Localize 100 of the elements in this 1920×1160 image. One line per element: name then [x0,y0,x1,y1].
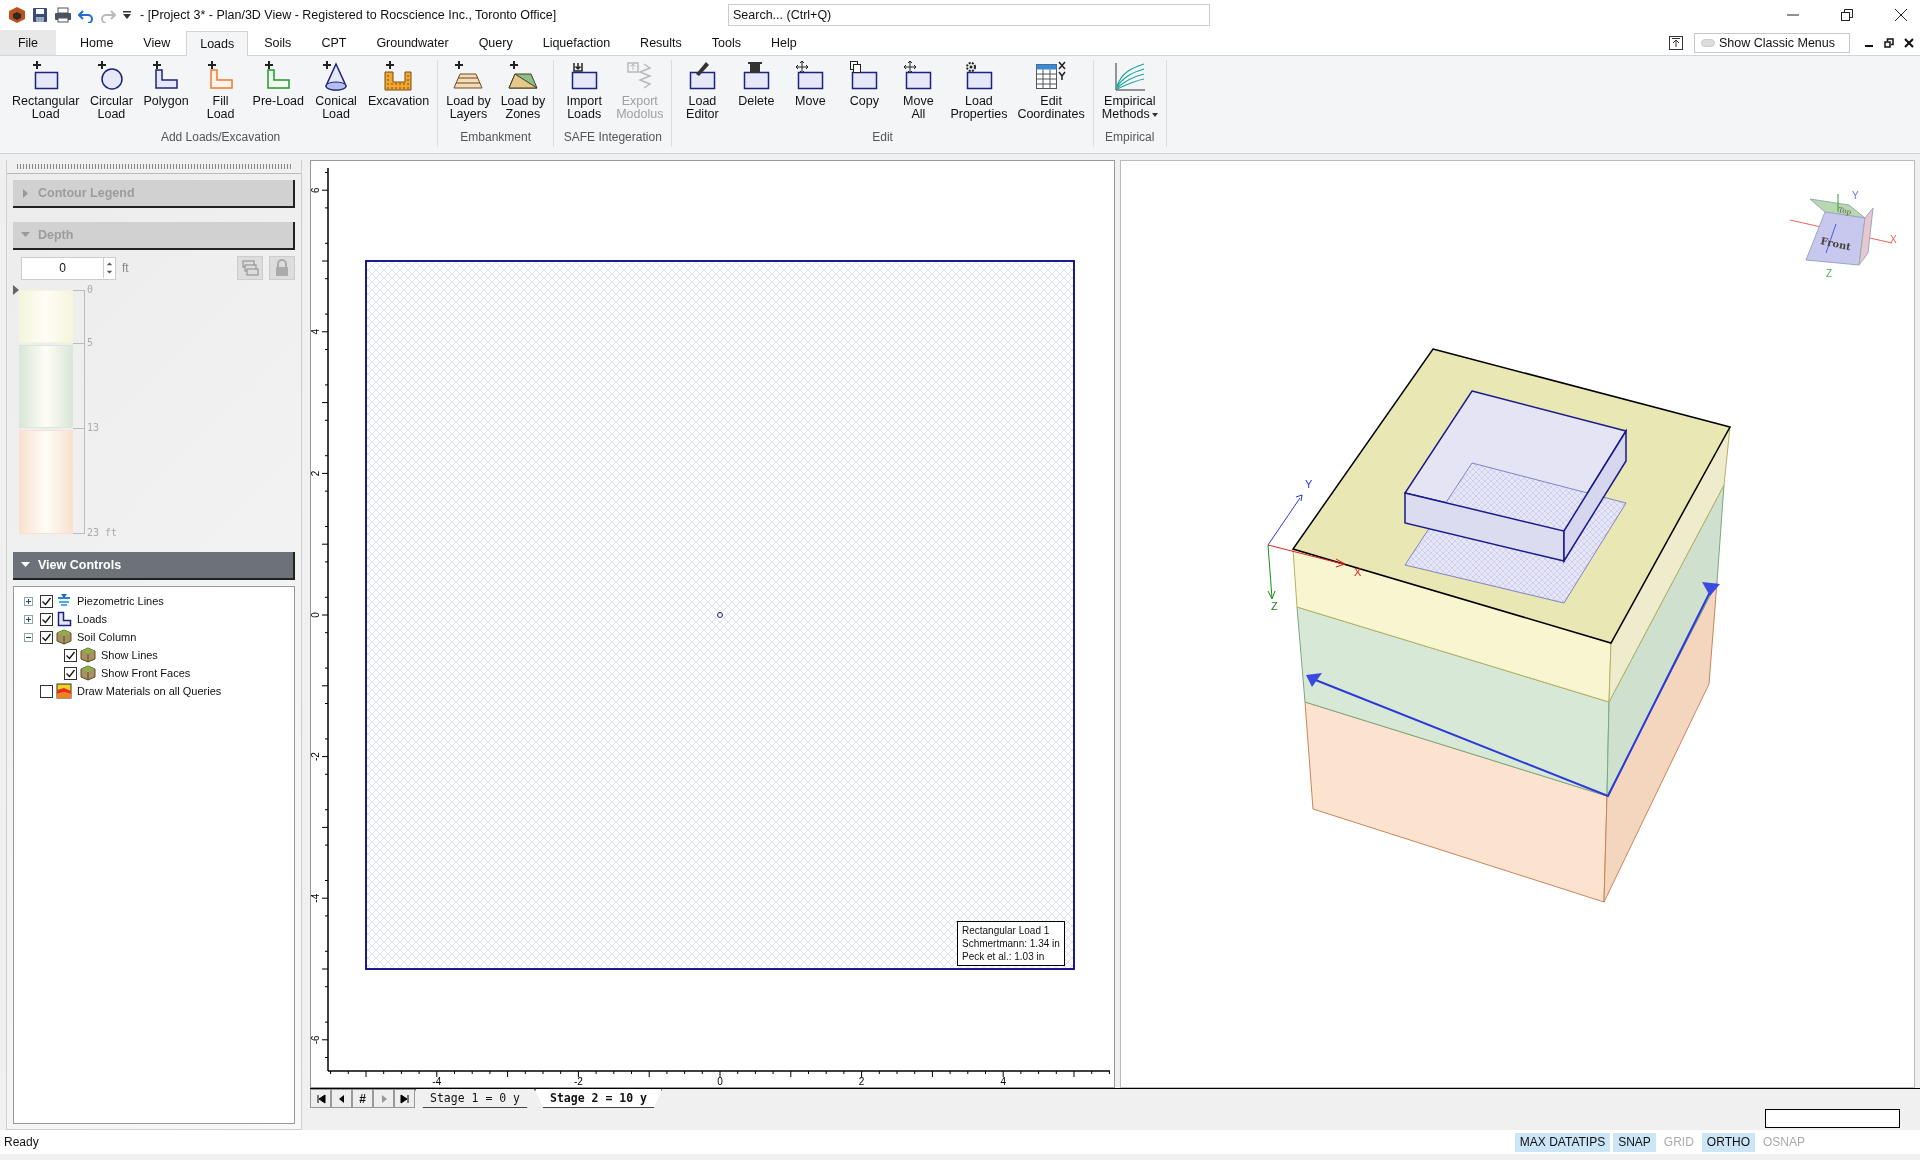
ribbon-button[interactable]: Conical Load [310,60,363,130]
collapse-icon[interactable] [24,632,33,642]
ribbon-button[interactable]: Load by Zones [496,60,550,130]
stage-nav-button[interactable] [331,1089,352,1108]
ribbon-tab[interactable]: Results [626,30,696,55]
axis-tick-label: -4 [311,893,321,903]
checkbox[interactable] [40,684,53,698]
axis-tick-label: 6 [311,187,321,193]
ribbon-button[interactable]: Circular Load [85,60,138,130]
axis-label: X [1354,566,1362,578]
soil-cube-icon [80,647,96,663]
ribbon-button[interactable]: Excavation [364,60,434,130]
close-icon[interactable] [1904,37,1914,48]
ribbon-button[interactable]: Import Loads [558,60,611,130]
ribbon-tab[interactable]: Soils [250,30,306,55]
ribbon-button[interactable]: Load Editor [676,60,729,130]
input-box[interactable] [1765,1109,1900,1128]
collapse-triangle-icon [21,230,30,240]
restore-icon[interactable] [1840,8,1854,22]
status-toggle[interactable]: ORTHO [1701,1132,1755,1152]
ribbon-button[interactable]: Edit Coordinates [1013,60,1089,130]
ribbon-button[interactable]: Copy [838,60,891,130]
app-logo-icon[interactable] [8,6,26,24]
tree-item-label[interactable]: Show Lines [101,649,158,661]
stage-tab[interactable]: Stage 1 = 0 y [415,1089,535,1108]
stage-nav-button[interactable] [394,1089,415,1108]
axis-label: Y [1305,478,1313,490]
load-shape-icon [56,611,72,627]
ribbon-tab[interactable]: Loads [186,31,249,56]
tree-item-label[interactable]: Piezometric Lines [77,595,164,607]
checkbox[interactable] [40,612,53,626]
cube-face-label: Front [1819,235,1852,253]
ribbon-button[interactable]: Move [784,60,837,130]
axis-tick-label: 0 [717,1076,723,1087]
checkbox[interactable] [64,648,77,662]
ribbon-button[interactable]: Pre-Load [248,60,309,130]
expand-icon[interactable] [24,614,33,624]
info-text: Peck et al.: 1.03 in [962,950,1046,963]
group-label: Edit [871,130,894,146]
last-icon [399,1093,410,1104]
ribbon-tab[interactable]: Query [464,30,527,55]
toggle-label: Show Classic Menus [1719,35,1835,50]
search-field[interactable]: Search... (Ctrl+Q) [728,4,1210,26]
axis-tick-label: 0 [311,612,321,618]
axis-tick-label: -6 [311,1035,321,1045]
ribbon-button[interactable]: Load Properties [946,60,1012,130]
ribbon-tab[interactable]: Home [66,30,128,55]
restore-icon[interactable] [1884,37,1894,48]
ribbon-button[interactable]: Fill Load [194,60,247,130]
ribbon-tab[interactable]: Tools [697,30,755,55]
ribbon-button[interactable]: Delete [730,60,783,130]
ribbon-tab[interactable]: View [129,30,185,55]
expand-icon[interactable] [24,596,33,606]
tree-item-label[interactable]: Show Front Faces [101,667,191,679]
close-icon[interactable] [1894,8,1908,22]
ribbon-tab[interactable]: CPT [307,30,361,55]
soil-cube-icon [80,665,96,681]
axis-label: Z [1271,600,1278,612]
file-menu-tab[interactable]: File [0,30,56,55]
dropdown-caret-icon[interactable] [122,10,132,20]
checkbox[interactable] [40,630,53,644]
save-icon[interactable] [32,7,48,23]
toggle-switch[interactable] [1701,38,1715,47]
pin-icon[interactable] [1668,34,1684,51]
axis-label: Y [1852,190,1859,201]
undo-icon[interactable] [78,7,94,23]
ribbon-button[interactable]: Load by Layers [442,60,495,130]
show-classic-menus-toggle[interactable]: Show Classic Menus [1694,32,1850,53]
ribbon-tab[interactable]: Groundwater [362,30,463,55]
ribbon-button[interactable]: Rectangular Load [8,60,84,130]
checkbox[interactable] [40,594,53,608]
status-toggle[interactable]: MAX DATATIPS [1514,1132,1611,1152]
ribbon-tab[interactable]: Help [757,30,811,55]
axis-tick-label: 2 [311,470,321,477]
stage-nav-button[interactable]: # [352,1089,373,1108]
axis-tick-label: 2 [858,1076,865,1087]
tree-item-label[interactable]: Loads [77,613,107,625]
ribbon-tab[interactable]: Liquefaction [528,30,625,55]
checkbox[interactable] [64,666,77,680]
info-text: Rectangular Load 1 [962,924,1051,937]
stage-tab[interactable]: Stage 2 = 10 y [535,1089,662,1108]
panel-grip[interactable] [7,160,301,174]
print-icon[interactable] [54,7,72,23]
status-toggle[interactable]: SNAP [1613,1132,1656,1152]
depth-spinbox[interactable]: 0 [21,256,116,280]
depth-tick-label: 13 [87,421,100,433]
tree-item-label[interactable]: Soil Column [77,631,137,643]
ribbon-button[interactable]: Polygon [139,60,193,130]
spin-arrows-icon[interactable] [103,258,115,278]
axis-tick-label: -2 [573,1076,583,1087]
depth-pointer-icon[interactable] [13,285,19,295]
tree-item-label[interactable]: Draw Materials on all Queries [77,685,222,697]
ribbon-button[interactable]: Move All [892,60,945,130]
soil-cube-icon [56,629,72,645]
expand-triangle-icon [21,188,30,198]
section-header[interactable]: View Controls [13,552,295,580]
collapse-triangle-icon [21,560,30,570]
stage-nav-button[interactable] [310,1089,331,1108]
axis-tick-label: -4 [432,1076,442,1087]
ribbon-button[interactable]: Empirical Methods [1097,60,1162,130]
